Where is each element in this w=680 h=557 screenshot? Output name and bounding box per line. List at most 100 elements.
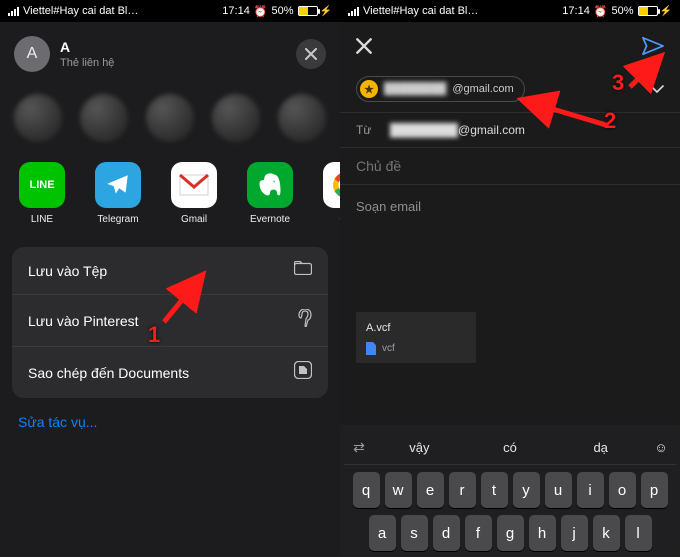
person-avatar[interactable]: [80, 94, 128, 142]
attachment-name: A.vcf: [366, 322, 466, 334]
share-app-google[interactable]: Go: [318, 162, 340, 225]
share-app-telegram[interactable]: Telegram: [90, 162, 146, 225]
contact-avatar: A: [14, 36, 50, 72]
signal-icon: [8, 7, 19, 16]
annotation-number-1: 1: [148, 322, 160, 348]
signal-icon: [348, 7, 359, 16]
recipient-suffix: @gmail.com: [452, 83, 513, 95]
carrier-text: Viettel#Hay cai dat Bl…: [363, 5, 478, 17]
key-o[interactable]: o: [609, 472, 636, 508]
annotation-arrow-3: [626, 55, 666, 91]
app-label: Telegram: [97, 214, 138, 225]
key-g[interactable]: g: [497, 515, 524, 551]
close-compose-button[interactable]: [356, 38, 372, 54]
key-t[interactable]: t: [481, 472, 508, 508]
annotation-arrow-1: [160, 270, 210, 326]
body-placeholder[interactable]: Soạn email: [340, 185, 680, 214]
key-a[interactable]: a: [369, 515, 396, 551]
key-d[interactable]: d: [433, 515, 460, 551]
subject-input[interactable]: [356, 158, 664, 174]
status-time: 17:14: [222, 5, 250, 17]
key-q[interactable]: q: [353, 472, 380, 508]
action-label: Sao chép đến Documents: [28, 365, 189, 381]
person-avatar[interactable]: [278, 94, 326, 142]
person-avatar[interactable]: [146, 94, 194, 142]
emoji-button[interactable]: ☺: [646, 440, 676, 455]
recipient-masked: ████████: [384, 83, 446, 95]
action-label: Lưu vào Pinterest: [28, 313, 139, 329]
recipient-avatar-icon: ★: [360, 80, 378, 98]
key-i[interactable]: i: [577, 472, 604, 508]
share-app-gmail[interactable]: Gmail: [166, 162, 222, 225]
app-label: LINE: [31, 214, 53, 225]
key-w[interactable]: w: [385, 472, 412, 508]
edit-actions-link[interactable]: Sửa tác vụ...: [0, 398, 340, 446]
key-s[interactable]: s: [401, 515, 428, 551]
send-button[interactable]: [642, 36, 664, 56]
key-y[interactable]: y: [513, 472, 540, 508]
battery-icon: [298, 6, 318, 16]
close-icon: [305, 48, 317, 60]
key-j[interactable]: j: [561, 515, 588, 551]
attachment-card[interactable]: A.vcf vcf: [356, 312, 476, 363]
keyboard-row-2: asdfghjkl: [344, 515, 676, 551]
subject-field[interactable]: [340, 148, 680, 185]
share-app-row: LINE LINE Telegram Gmail Evernote Go: [0, 158, 340, 239]
from-value: ████████@gmail.com: [390, 123, 525, 137]
person-avatar[interactable]: [212, 94, 260, 142]
line-icon: LINE: [19, 162, 65, 208]
close-icon: [356, 38, 372, 54]
key-p[interactable]: p: [641, 472, 668, 508]
telegram-icon: [95, 162, 141, 208]
key-e[interactable]: e: [417, 472, 444, 508]
documents-icon: [294, 361, 312, 384]
key-u[interactable]: u: [545, 472, 572, 508]
annotation-number-3: 3: [612, 70, 624, 96]
close-button[interactable]: [296, 39, 326, 69]
key-f[interactable]: f: [465, 515, 492, 551]
gmail-icon: [171, 162, 217, 208]
battery-pct: 50%: [612, 5, 634, 17]
battery-icon: [638, 6, 658, 16]
suggestion-bar: ⇄ vậy có dạ ☺: [344, 431, 676, 465]
alarm-icon: ⏰: [594, 5, 608, 18]
folder-icon: [294, 261, 312, 280]
keyboard: ⇄ vậy có dạ ☺ qwertyuiop asdfghjkl: [340, 425, 680, 557]
key-l[interactable]: l: [625, 515, 652, 551]
people-suggestions[interactable]: [0, 82, 340, 158]
key-k[interactable]: k: [593, 515, 620, 551]
status-bar: Viettel#Hay cai dat Bl… 17:14 ⏰ 50% ⚡: [340, 0, 680, 22]
contact-name: A: [60, 39, 286, 55]
status-bar: Viettel#Hay cai dat Bl… 17:14 ⏰ 50% ⚡: [0, 0, 340, 22]
from-field[interactable]: Từ ████████@gmail.com: [340, 113, 680, 148]
share-header: A A Thẻ liên hệ: [0, 22, 340, 82]
carrier-text: Viettel#Hay cai dat Bl…: [23, 5, 138, 17]
contact-subtitle: Thẻ liên hệ: [60, 57, 286, 69]
suggestion[interactable]: dạ: [555, 440, 646, 455]
app-label: Evernote: [250, 214, 290, 225]
alarm-icon: ⏰: [254, 5, 268, 18]
app-label: Gmail: [181, 214, 207, 225]
attachment-type: vcf: [382, 343, 395, 354]
status-time: 17:14: [562, 5, 590, 17]
battery-pct: 50%: [272, 5, 294, 17]
action-label: Lưu vào Tệp: [28, 263, 107, 279]
charging-icon: ⚡: [320, 6, 332, 17]
suggestion[interactable]: có: [465, 440, 556, 455]
keyboard-row-1: qwertyuiop: [344, 472, 676, 508]
key-r[interactable]: r: [449, 472, 476, 508]
suggestion[interactable]: vậy: [374, 440, 465, 455]
person-avatar[interactable]: [14, 94, 62, 142]
send-icon: [642, 36, 664, 56]
pin-icon: [298, 309, 312, 332]
action-copy-to-documents[interactable]: Sao chép đến Documents: [12, 347, 328, 398]
keyboard-collapse-button[interactable]: ⇄: [344, 439, 374, 456]
file-icon: [366, 342, 376, 355]
share-app-evernote[interactable]: Evernote: [242, 162, 298, 225]
key-h[interactable]: h: [529, 515, 556, 551]
charging-icon: ⚡: [660, 6, 672, 17]
recipient-chip[interactable]: ★ ████████ @gmail.com: [356, 76, 525, 102]
share-app-line[interactable]: LINE LINE: [14, 162, 70, 225]
from-label: Từ: [356, 123, 382, 137]
google-icon: [323, 162, 340, 208]
